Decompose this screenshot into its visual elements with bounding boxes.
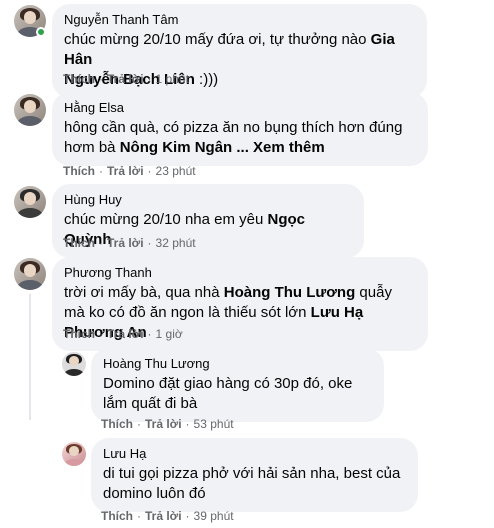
- mention-link[interactable]: Nông Kim Ngân: [120, 139, 233, 156]
- mention-link[interactable]: Hoàng Thu Lương: [224, 284, 356, 301]
- like-button[interactable]: Thích: [101, 417, 133, 431]
- avatar[interactable]: [14, 94, 46, 126]
- timestamp[interactable]: 23 phút: [156, 164, 196, 178]
- reply-bubble: Hoàng Thu Lương Domino đặt giao hàng có …: [91, 348, 384, 422]
- separator: ·: [185, 509, 190, 523]
- comment-text-part: chúc mừng 20/10 mấy đứa ơi, tự thưởng nà…: [64, 31, 371, 48]
- avatar[interactable]: [62, 352, 86, 376]
- comment-actions: Thích · Trả lời · 23 phút: [63, 163, 196, 179]
- separator: ·: [137, 509, 141, 523]
- comment-actions: Thích · Trả lời · 1 phút: [63, 71, 189, 87]
- see-more-link[interactable]: ... Xem thêm: [232, 139, 324, 156]
- timestamp[interactable]: 39 phút: [194, 509, 234, 523]
- avatar[interactable]: [62, 442, 86, 466]
- like-button[interactable]: Thích: [63, 72, 95, 86]
- separator: ·: [147, 236, 152, 250]
- comment-actions: Thích · Trả lời · 1 giờ: [63, 326, 183, 342]
- separator: ·: [99, 327, 103, 341]
- timestamp[interactable]: 1 giờ: [156, 327, 183, 341]
- thread-connector: [29, 294, 31, 420]
- comment-actions: Thích · Trả lời · 32 phút: [63, 235, 196, 251]
- separator: ·: [147, 327, 152, 341]
- comment-text-part: chúc mừng 20/10 nha em yêu: [64, 211, 268, 228]
- like-button[interactable]: Thích: [101, 509, 133, 523]
- reply-button[interactable]: Trả lời: [107, 236, 144, 250]
- separator: ·: [185, 417, 190, 431]
- separator: ·: [99, 72, 103, 86]
- separator: ·: [99, 236, 103, 250]
- reply-text: Domino đặt giao hàng có 30p đó, oke lắm …: [103, 375, 353, 412]
- reply-button[interactable]: Trả lời: [107, 327, 144, 341]
- comment-author[interactable]: Hùng Huy: [64, 192, 352, 208]
- like-button[interactable]: Thích: [63, 327, 95, 341]
- comment-bubble: Hằng Elsa hông cần quà, có pizza ăn no b…: [52, 92, 428, 166]
- comment-text-part: trời ơi mấy bà, qua nhà: [64, 284, 224, 301]
- reply-button[interactable]: Trả lời: [107, 164, 144, 178]
- separator: ·: [147, 164, 152, 178]
- comment-text-part: :))): [194, 71, 219, 88]
- comment-text: hông cần quà, có pizza ăn no bụng thích …: [64, 118, 416, 158]
- comment-author[interactable]: Phương Thanh: [64, 265, 416, 281]
- separator: ·: [99, 164, 103, 178]
- comment-author[interactable]: Hằng Elsa: [64, 100, 416, 116]
- reply-bubble: Lưu Hạ di tui gọi pizza phở với hải sản …: [91, 438, 418, 512]
- comment-author[interactable]: Nguyễn Thanh Tâm: [64, 12, 415, 28]
- separator: ·: [147, 72, 152, 86]
- avatar[interactable]: [14, 258, 46, 290]
- reply-button[interactable]: Trả lời: [107, 72, 144, 86]
- reply-author[interactable]: Lưu Hạ: [103, 446, 406, 462]
- reply-button[interactable]: Trả lời: [145, 417, 182, 431]
- timestamp[interactable]: 32 phút: [156, 236, 196, 250]
- online-status-icon: [36, 27, 46, 37]
- reply-text: di tui gọi pizza phở với hải sản nha, be…: [103, 465, 401, 502]
- timestamp[interactable]: 53 phút: [194, 417, 234, 431]
- timestamp[interactable]: 1 phút: [156, 72, 189, 86]
- like-button[interactable]: Thích: [63, 236, 95, 250]
- like-button[interactable]: Thích: [63, 164, 95, 178]
- reply-actions: Thích · Trả lời · 53 phút: [101, 416, 234, 432]
- avatar[interactable]: [14, 186, 46, 218]
- reply-author[interactable]: Hoàng Thu Lương: [103, 356, 372, 372]
- reply-actions: Thích · Trả lời · 39 phút: [101, 508, 234, 524]
- separator: ·: [137, 417, 141, 431]
- reply-button[interactable]: Trả lời: [145, 509, 182, 523]
